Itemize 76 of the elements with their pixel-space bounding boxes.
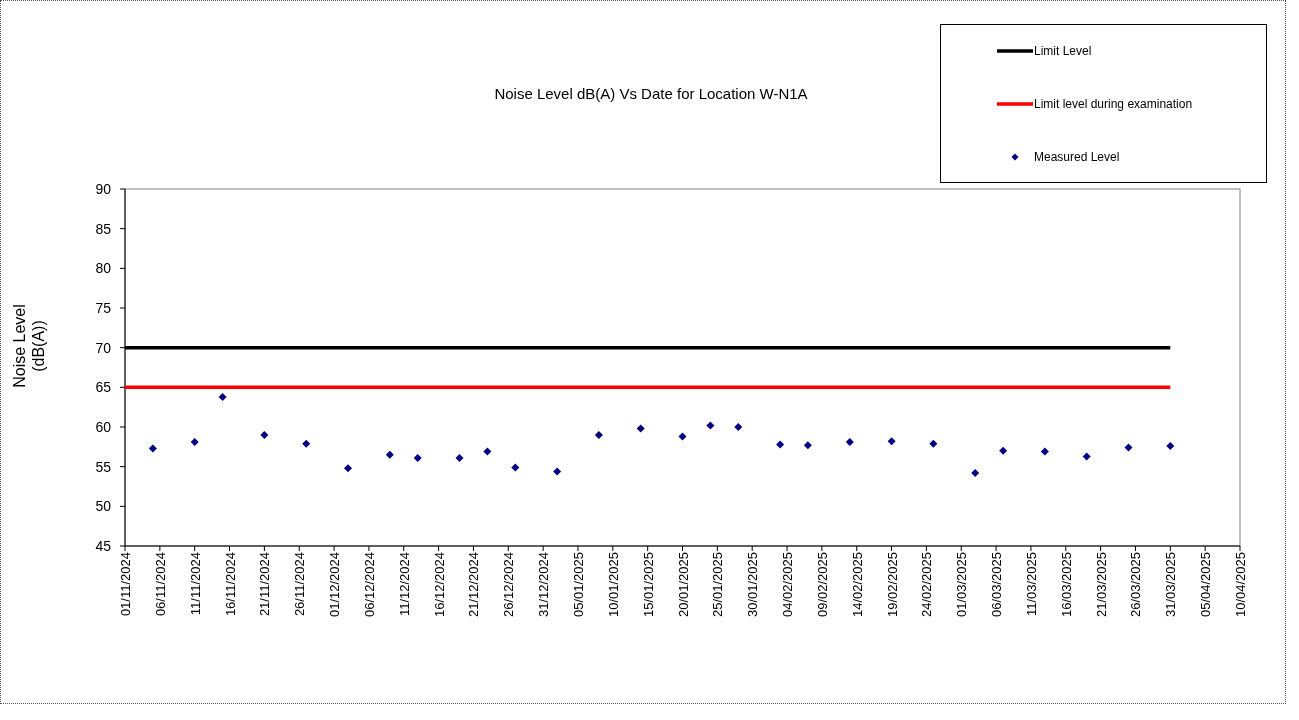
data-point — [455, 453, 464, 462]
x-tick-label: 26/12/2024 — [501, 552, 517, 618]
x-tick-label: 25/01/2025 — [710, 552, 726, 618]
y-tick-label: 55 — [95, 458, 111, 475]
x-tick-label: 01/03/2025 — [954, 552, 970, 618]
data-point — [929, 439, 938, 448]
y-tick-label: 85 — [95, 220, 111, 237]
x-tick-label: 01/11/2024 — [118, 552, 133, 617]
data-point — [887, 437, 896, 446]
data-point — [413, 453, 422, 462]
data-point — [553, 467, 562, 476]
x-tick-label: 01/12/2024 — [327, 552, 343, 618]
x-tick-label: 11/11/2024 — [187, 552, 203, 616]
data-point — [511, 463, 520, 472]
data-point — [706, 421, 715, 430]
x-tick-label: 16/12/2024 — [431, 552, 447, 618]
x-tick-label: 10/04/2025 — [1233, 552, 1248, 618]
data-point — [1166, 442, 1175, 450]
x-tick-label: 30/01/2025 — [745, 552, 761, 618]
data-point — [302, 439, 311, 448]
y-tick-label: 50 — [95, 498, 111, 515]
x-tick-label: 16/11/2024 — [222, 552, 238, 617]
y-tick-label: 45 — [95, 538, 111, 554]
data-point — [803, 441, 812, 450]
x-tick-label: 06/11/2024 — [152, 552, 168, 617]
chart-title: Noise Level dB(A) Vs Date for Location W-N1A — [494, 85, 808, 102]
x-tick-label: 05/01/2025 — [570, 552, 586, 618]
data-point — [734, 423, 743, 431]
data-point — [636, 424, 645, 433]
x-tick-label: 14/02/2025 — [849, 552, 865, 618]
x-tick-label: 24/02/2025 — [919, 552, 935, 618]
data-point — [344, 464, 352, 473]
y-tick-label: 75 — [95, 300, 111, 316]
x-tick-label: 04/02/2025 — [780, 552, 796, 618]
x-tick-label: 31/03/2025 — [1163, 552, 1179, 618]
x-tick-label: 21/03/2025 — [1093, 552, 1109, 618]
data-point — [999, 446, 1008, 455]
legend-label: Measured Level — [1034, 150, 1120, 164]
axis-title: Noise Level (dB(A)) — [11, 304, 47, 388]
x-tick-label: 21/12/2024 — [466, 552, 482, 618]
y-tick-label: 65 — [95, 379, 111, 396]
x-tick-label: 09/02/2025 — [814, 552, 830, 618]
x-tick-label: 20/01/2025 — [675, 552, 691, 618]
data-point — [1040, 447, 1049, 456]
x-tick-label: 10/01/2025 — [605, 552, 621, 618]
x-tick-label: 19/02/2025 — [884, 552, 900, 618]
x-tick-label: 11/03/2025 — [1023, 552, 1039, 617]
y-tick-label: 70 — [95, 339, 111, 356]
data-point — [1124, 443, 1133, 452]
data-point — [385, 450, 394, 459]
x-tick-label: 21/11/2024 — [257, 552, 273, 617]
data-point — [776, 440, 785, 449]
y-tick-label: 80 — [95, 260, 111, 277]
data-point — [260, 430, 269, 439]
x-tick-label: 26/03/2025 — [1128, 552, 1144, 618]
x-tick-label: 06/12/2024 — [361, 552, 377, 618]
data-point — [190, 438, 199, 447]
x-tick-label: 31/12/2024 — [536, 552, 552, 618]
legend-label: Limit level during examination — [1034, 97, 1193, 111]
x-tick-label: 16/03/2025 — [1058, 552, 1074, 618]
legend-label: Limit Level — [1034, 44, 1092, 58]
x-tick-label: 26/11/2024 — [292, 552, 308, 617]
data-point — [678, 432, 687, 441]
data-point — [148, 444, 157, 453]
data-point — [845, 438, 854, 447]
data-point — [594, 430, 603, 439]
data-point — [971, 469, 980, 477]
y-tick-label: 60 — [95, 419, 111, 435]
x-tick-label: 05/04/2025 — [1198, 552, 1214, 618]
y-tick-label: 90 — [95, 181, 111, 197]
data-point — [1082, 452, 1091, 461]
x-tick-label: 11/12/2024 — [396, 552, 412, 617]
x-tick-label: 15/01/2025 — [640, 552, 656, 618]
data-point — [218, 392, 227, 401]
data-point — [483, 447, 492, 456]
x-tick-label: 06/03/2025 — [989, 552, 1005, 618]
